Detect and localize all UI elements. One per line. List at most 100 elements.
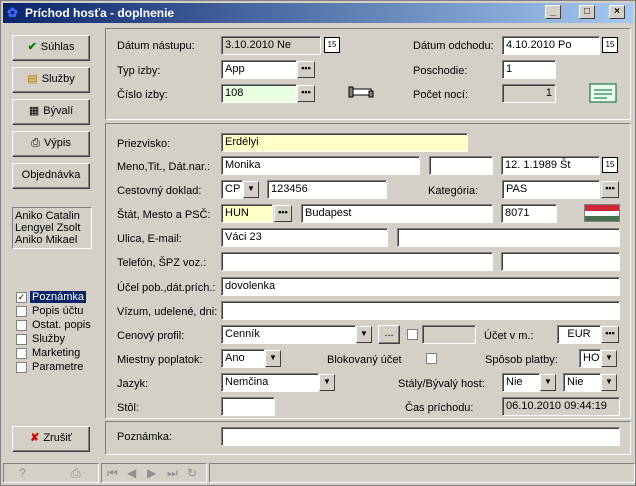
option-checkbox-sluzby[interactable] (16, 334, 27, 345)
chevron-down-icon[interactable]: ▼ (243, 181, 259, 198)
cislo-izby-field[interactable]: 108 (221, 84, 297, 103)
doklad-cislo-field[interactable]: 123456 (267, 180, 387, 199)
vizum-field[interactable] (221, 301, 620, 320)
zrusit-button[interactable]: ✘ Zrušiť (12, 426, 90, 452)
byvali-button[interactable]: ▦ Bývalí (12, 99, 90, 125)
cas-field: 06.10.2010 09:44:19 (502, 397, 620, 416)
doklad-label: Cestovný doklad: (117, 185, 202, 197)
calendar-icon[interactable]: 15 (324, 37, 340, 53)
stol-field[interactable] (221, 397, 275, 416)
prev-record-icon[interactable]: ◀ (127, 466, 136, 480)
suhlas-button[interactable]: ✔ Súhlas (12, 35, 90, 61)
poplatok-select[interactable]: Ano (221, 349, 265, 368)
datum-odchodu-field[interactable]: 4.10.2010 Po (502, 36, 600, 55)
calendar-icon[interactable]: 15 (602, 37, 618, 53)
hungary-flag-icon (584, 204, 620, 222)
next-record-icon[interactable]: ▶ (147, 466, 156, 480)
chevron-down-icon[interactable]: ▼ (319, 374, 335, 391)
telefon-field[interactable] (221, 252, 493, 271)
ucet-field[interactable]: EUR (557, 325, 601, 344)
calendar-icon[interactable]: 15 (602, 157, 618, 173)
option-checkbox-ostat-popis[interactable] (16, 320, 27, 331)
close-button[interactable]: × (609, 5, 625, 19)
document-icon[interactable] (589, 83, 617, 103)
option-checkbox-parametre[interactable] (16, 362, 27, 373)
stat-lookup-button[interactable]: ••• (274, 205, 292, 222)
list-icon: ▦ (28, 105, 40, 117)
option-label-ostat-popis[interactable]: Ostat. popis (32, 319, 91, 331)
printer-icon: ⎙ (31, 137, 40, 149)
vypis-button[interactable]: ⎙ Výpis (12, 131, 90, 157)
jazyk-select[interactable]: Nemčina (221, 373, 319, 392)
printer-icon[interactable]: ⎙ (71, 466, 81, 481)
poznamka-field[interactable] (221, 427, 620, 446)
staly-select[interactable]: Nie (502, 373, 540, 392)
datum-narodenia-field[interactable]: 12. 1.1989 Št (501, 156, 600, 175)
option-checkbox-popis-uctu[interactable] (16, 306, 27, 317)
stat-field[interactable]: HUN (221, 204, 273, 223)
option-label-marketing[interactable]: Marketing (32, 347, 80, 359)
typ-izby-lookup-button[interactable]: ••• (297, 61, 315, 78)
window-title: Príchod hosťa - doplnenie (25, 6, 175, 20)
first-record-icon[interactable]: ⏮ (107, 466, 118, 481)
sposob-label: Spôsob platby: (485, 354, 558, 366)
meno-label: Meno,Tit., Dát.nar.: (117, 161, 211, 173)
objednavka-label: Objednávka (21, 169, 81, 181)
titul-field[interactable] (429, 156, 493, 175)
objednavka-button[interactable]: Objednávka (12, 163, 90, 189)
cenovy-label: Cenový profil: (117, 330, 185, 342)
blokovany-checkbox[interactable] (426, 353, 437, 364)
chevron-down-icon[interactable]: ▼ (265, 350, 281, 367)
cenovy-extra-field (422, 325, 476, 344)
ulica-label: Ulica, E-mail: (117, 233, 182, 245)
cenovy-checkbox[interactable] (407, 329, 418, 340)
refresh-icon[interactable]: ↻ (187, 466, 197, 480)
option-checkbox-poznamka[interactable]: ✓ (16, 292, 27, 303)
cenovy-more-button[interactable]: ... (378, 325, 400, 344)
poschodie-field[interactable]: 1 (502, 60, 556, 79)
kategoria-field[interactable]: PAS (502, 180, 600, 199)
chevron-down-icon[interactable]: ▼ (601, 350, 617, 367)
ucet-lookup-button[interactable]: ••• (601, 326, 619, 343)
option-label-sluzby[interactable]: Služby (32, 333, 65, 345)
chevron-down-icon[interactable]: ▼ (540, 374, 556, 391)
email-field[interactable] (397, 228, 620, 247)
ucel-field[interactable]: dovolenka (221, 277, 620, 296)
help-icon[interactable]: ? (19, 466, 26, 480)
suhlas-label: Súhlas (40, 41, 75, 53)
priezvisko-field[interactable]: Erdélyi (221, 133, 468, 152)
sluzby-button[interactable]: ▤ Služby (12, 67, 90, 93)
guest-item[interactable]: Lengyel Zsolt (15, 222, 89, 234)
maximize-button[interactable]: □ (579, 5, 595, 19)
typ-izby-field[interactable]: App (221, 60, 297, 79)
minimize-button[interactable]: _ (545, 5, 561, 19)
option-label-popis-uctu[interactable]: Popis účtu (32, 305, 83, 317)
option-checkbox-marketing[interactable] (16, 348, 27, 359)
ucet-label: Účet v m.: (484, 330, 534, 342)
stol-label: Stôl: (117, 402, 140, 414)
guest-item[interactable]: Aniko Mikael (15, 234, 89, 246)
byvaly-select[interactable]: Nie (563, 373, 601, 392)
chevron-down-icon[interactable]: ▼ (356, 326, 372, 343)
byvali-label: Bývalí (43, 105, 74, 117)
doklad-typ-select[interactable]: CP (221, 180, 243, 199)
last-record-icon[interactable]: ⏭ (167, 466, 178, 481)
guest-list[interactable]: Aniko Catalin Lengyel Zsolt Aniko Mikael (12, 207, 92, 249)
jazyk-label: Jazyk: (117, 378, 149, 390)
option-label-poznamka[interactable]: Poznámka (30, 291, 86, 303)
ulica-field[interactable]: Váci 23 (221, 228, 388, 247)
cislo-izby-lookup-button[interactable]: ••• (297, 85, 315, 102)
meno-field[interactable]: Monika (221, 156, 420, 175)
sposob-select[interactable]: HO (579, 349, 601, 368)
spz-field[interactable] (501, 252, 620, 271)
kategoria-lookup-button[interactable]: ••• (601, 181, 619, 198)
psc-field[interactable]: 8071 (501, 204, 557, 223)
vypis-label: Výpis (43, 137, 71, 149)
cenovy-select[interactable]: Cenník (221, 325, 356, 344)
guest-item[interactable]: Aniko Catalin (15, 210, 89, 222)
datum-nastupu-field[interactable]: 3.10.2010 Ne (221, 36, 321, 55)
chevron-down-icon[interactable]: ▼ (601, 374, 617, 391)
mesto-field[interactable]: Budapest (301, 204, 493, 223)
priezvisko-label: Priezvisko: (117, 138, 171, 150)
option-label-parametre[interactable]: Parametre (32, 361, 83, 373)
